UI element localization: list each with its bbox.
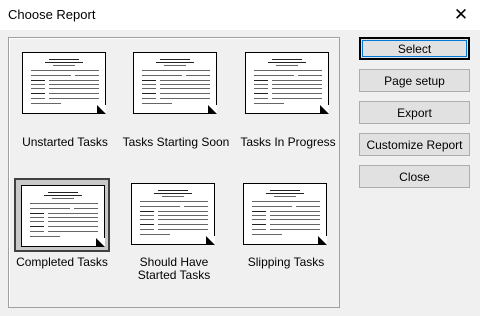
- report-item[interactable]: Should Have Started Tasks: [126, 178, 222, 288]
- report-item[interactable]: Completed Tasks: [14, 178, 110, 288]
- report-document-icon: [243, 183, 327, 245]
- report-label: Tasks Starting Soon: [122, 135, 230, 149]
- report-thumbnail[interactable]: [238, 178, 334, 252]
- report-thumbnail[interactable]: [17, 47, 113, 121]
- page-setup-button[interactable]: Page setup: [359, 69, 470, 92]
- report-thumbnail[interactable]: [128, 47, 224, 121]
- report-document-icon: [21, 185, 105, 247]
- close-button[interactable]: Close: [359, 165, 470, 188]
- report-label: Should Have Started Tasks: [137, 255, 211, 282]
- report-item[interactable]: Tasks Starting Soon: [123, 47, 229, 157]
- report-document-icon: [131, 183, 215, 245]
- report-item[interactable]: Unstarted Tasks: [17, 47, 113, 157]
- report-item[interactable]: Tasks In Progress: [240, 47, 336, 157]
- report-thumbnail[interactable]: [240, 47, 336, 121]
- report-label: Completed Tasks: [16, 255, 108, 269]
- select-button[interactable]: Select: [359, 37, 470, 60]
- report-document-icon: [22, 52, 106, 114]
- report-label: Slipping Tasks: [247, 255, 325, 269]
- report-thumbnail[interactable]: [14, 178, 110, 252]
- report-document-icon: [133, 52, 217, 114]
- report-document-icon: [245, 52, 329, 114]
- export-button[interactable]: Export: [359, 101, 470, 124]
- report-item[interactable]: Slipping Tasks: [238, 178, 334, 288]
- report-thumbnail[interactable]: [126, 178, 222, 252]
- close-icon[interactable]: ✕: [450, 4, 472, 26]
- report-label: Tasks In Progress: [240, 135, 336, 149]
- window-title: Choose Report: [8, 7, 96, 22]
- title-bar: Choose Report ✕: [0, 0, 480, 30]
- report-list-panel: Unstarted Tasks Tasks Starting Soon Tasks …: [8, 37, 340, 308]
- customize-report-button[interactable]: Customize Report: [359, 133, 470, 156]
